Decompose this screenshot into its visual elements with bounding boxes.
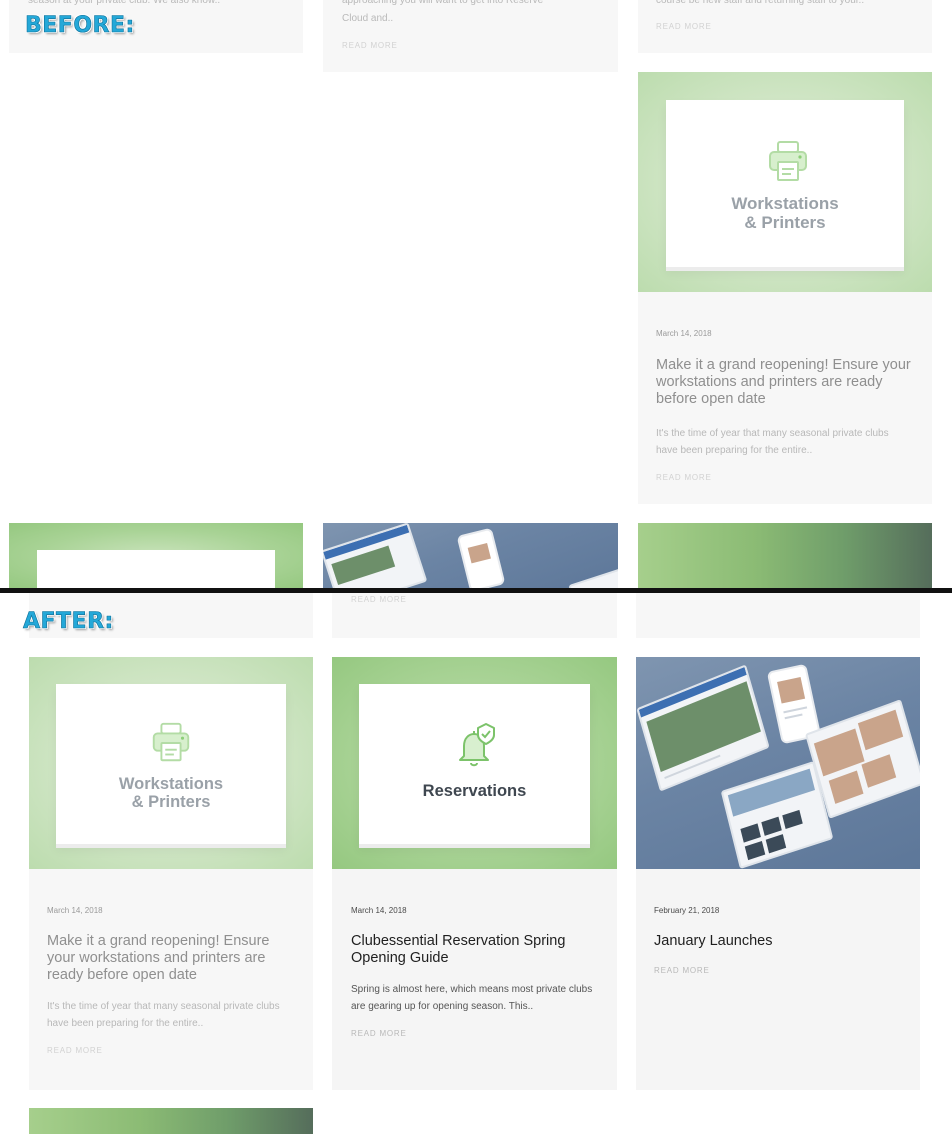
before-card-workstations-thumbnail[interactable]: Workstations & Printers — [638, 72, 932, 292]
post-excerpt: It's the time of year that many seasonal… — [656, 428, 889, 456]
laptop-mockup — [323, 523, 428, 589]
post-title[interactable]: Clubessential Reservation Spring Opening… — [351, 933, 601, 967]
post-date: March 14, 2018 — [351, 906, 407, 915]
after-card-workstations[interactable]: Workstations & Printers March 14, 2018 M… — [29, 657, 313, 1090]
thumbnail-paper: Workstations & Printers — [56, 684, 286, 844]
thumbnail-title-line2: & Printers — [131, 793, 211, 811]
read-more-link[interactable]: READ MORE — [47, 1046, 103, 1055]
read-more-link[interactable]: READ MORE — [351, 595, 407, 604]
after-label: AFTER: — [23, 609, 114, 635]
before-card-2-read-more[interactable]: READ MORE — [342, 41, 398, 50]
post-excerpt: Spring is almost here, which means most … — [351, 984, 593, 1012]
before-card-2-excerpt-line1: approaching you will want to get into Re… — [342, 0, 544, 6]
after-card-january-launches[interactable]: February 21, 2018 January Launches READ … — [636, 657, 920, 1090]
after-partial-card-2: READ MORE — [332, 593, 617, 638]
after-card-workstations-thumbnail[interactable]: Workstations & Printers — [29, 657, 313, 869]
before-bottom-thumb-2[interactable] — [323, 523, 618, 589]
before-bottom-thumb-1[interactable] — [9, 523, 303, 589]
laptop-mockup — [568, 566, 618, 589]
before-label: BEFORE: — [25, 13, 135, 39]
before-card-1-excerpt: season at your private club. We also kno… — [28, 0, 221, 6]
phone-mockup — [456, 527, 506, 589]
thumbnail-title-line1: Workstations — [731, 194, 839, 213]
after-card-reservations[interactable]: Reservations March 14, 2018 Clubessentia… — [332, 657, 617, 1090]
after-partial-card-3 — [636, 593, 920, 638]
before-card-3: course be new staff and returning staff … — [638, 0, 932, 53]
after-bottom-thumb[interactable] — [29, 1108, 313, 1134]
post-title[interactable]: Make it a grand reopening! Ensure your w… — [47, 933, 297, 984]
read-more-link[interactable]: READ MORE — [656, 473, 712, 482]
before-card-3-excerpt: course be new staff and returning staff … — [656, 0, 865, 6]
post-date: March 14, 2018 — [47, 906, 103, 915]
bell-check-icon — [450, 722, 500, 772]
post-date: March 14, 2018 — [656, 329, 712, 338]
before-card-3-read-more[interactable]: READ MORE — [656, 22, 712, 31]
thumbnail-paper: Reservations — [359, 684, 590, 844]
read-more-link[interactable]: READ MORE — [351, 1029, 407, 1038]
before-card-workstations[interactable]: Workstations & Printers March 14, 2018 M… — [638, 72, 932, 504]
before-bottom-thumb-3[interactable] — [638, 523, 932, 589]
thumbnail-paper — [37, 550, 275, 589]
post-title[interactable]: Make it a grand reopening! Ensure your w… — [656, 357, 914, 408]
thumbnail-title-line1: Workstations — [118, 775, 224, 793]
post-date: February 21, 2018 — [654, 906, 720, 915]
read-more-link[interactable]: READ MORE — [654, 966, 710, 975]
before-card-2: approaching you will want to get into Re… — [323, 0, 618, 72]
printer-icon — [764, 138, 812, 186]
thumbnail-title-line2: & Printers — [744, 213, 826, 232]
before-card-2-excerpt-line2: Cloud and.. — [342, 13, 394, 24]
thumbnail-paper: Workstations & Printers — [666, 100, 904, 267]
post-excerpt: It's the time of year that many seasonal… — [47, 1001, 280, 1029]
post-title[interactable]: January Launches — [654, 933, 904, 950]
thumbnail-title: Reservations — [422, 782, 527, 800]
after-card-reservations-thumbnail[interactable]: Reservations — [332, 657, 617, 869]
after-card-january-launches-thumbnail[interactable] — [636, 657, 920, 869]
laptop-mockup — [636, 664, 770, 792]
printer-icon — [148, 720, 194, 766]
